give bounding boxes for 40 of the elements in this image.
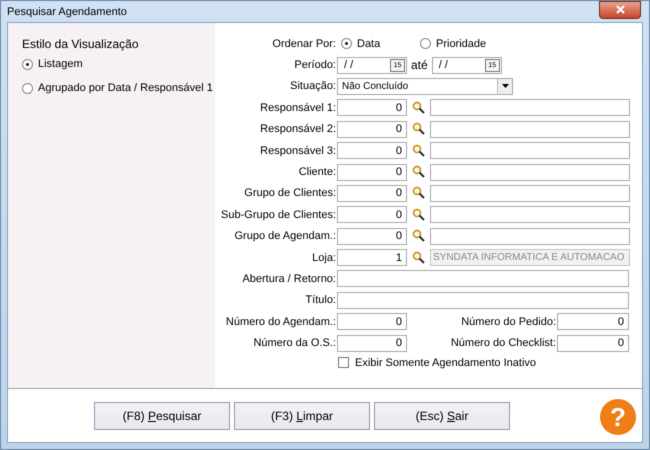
code-field[interactable]: 0 xyxy=(337,142,407,160)
code-field[interactable]: 0 xyxy=(337,120,407,138)
radio-label[interactable]: Listagem xyxy=(38,58,83,70)
action-button[interactable]: (F3) Limpar xyxy=(234,402,370,430)
radio-label[interactable]: Data xyxy=(357,38,380,50)
field-label: até xyxy=(411,58,428,72)
action-button[interactable]: (F8) Pesquisar xyxy=(94,402,230,430)
field-label: Cliente: xyxy=(298,166,337,178)
code-field[interactable]: 0 xyxy=(337,184,407,202)
field-label: Número do Pedido: xyxy=(460,316,557,328)
code-field[interactable]: 0 xyxy=(337,206,407,224)
code-field[interactable]: 0 xyxy=(337,164,407,181)
field-label: Ordenar Por: xyxy=(271,38,337,50)
field-label: Loja: xyxy=(311,252,337,264)
number-field[interactable]: 0 xyxy=(557,334,629,352)
field-label: Sub-Grupo de Clientes: xyxy=(220,208,337,221)
field-label: Título: xyxy=(304,294,337,306)
field-label: Grupo de Agendam.: xyxy=(233,230,337,242)
radio-label[interactable]: Prioridade xyxy=(436,38,486,50)
field-label: Responsável 3: xyxy=(259,144,337,157)
field-label: Número da O.S.: xyxy=(252,337,337,350)
field-label: Número do Agendam.: xyxy=(224,316,337,328)
code-field[interactable]: 0 xyxy=(337,99,407,116)
number-field[interactable]: 0 xyxy=(557,313,629,330)
field-label: Período: xyxy=(293,59,337,72)
action-button[interactable]: (Esc) Sair xyxy=(374,402,510,430)
radio-label[interactable]: Agrupado por Data / Responsável 1 xyxy=(38,82,213,94)
code-field[interactable]: 0 xyxy=(337,228,407,245)
field-label: Situação: xyxy=(289,80,337,92)
field-label: Número do Checklist: xyxy=(450,337,557,350)
number-field[interactable]: 0 xyxy=(337,334,407,352)
status-dropdown[interactable]: Não Concluído xyxy=(337,78,513,95)
window-title: Pesquisar Agendamento xyxy=(7,6,127,18)
field-label: Responsável 1: xyxy=(259,102,337,114)
field-label: Responsável 2: xyxy=(259,123,337,136)
number-field[interactable]: 0 xyxy=(337,313,407,330)
field-label: Abertura / Retorno: xyxy=(241,272,337,285)
group-title: Estilo da Visualização xyxy=(22,37,140,51)
field-label: Grupo de Clientes: xyxy=(243,187,337,200)
name-field: SYNDATA INFORMATICA E AUTOMACAO xyxy=(430,249,630,266)
